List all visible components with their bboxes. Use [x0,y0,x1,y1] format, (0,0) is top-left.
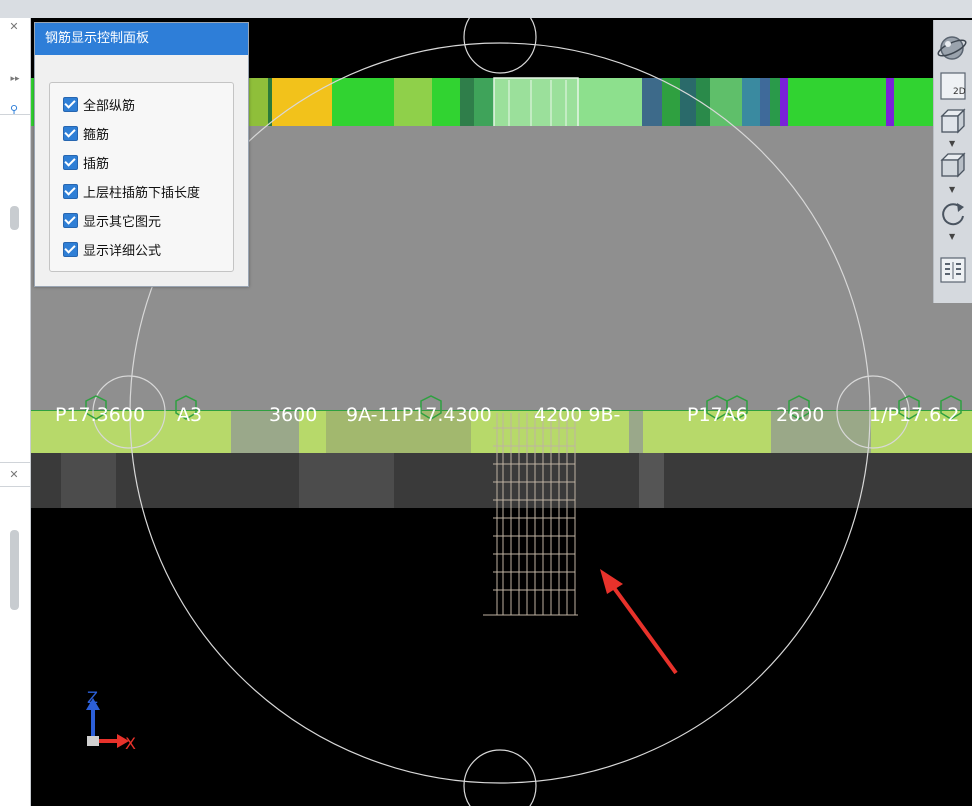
expand-icon[interactable]: ▸▸ [8,72,22,86]
left-side-pane: ✕ ▸▸ ⚲ ✕ [0,18,31,806]
option-label: 上层柱插筋下插长度 [83,185,201,201]
grid-label: 1/P17.6.2 [869,404,959,426]
rebar-display-control-panel: 钢筋显示控制面板 全部纵筋 箍筋 插筋 上层柱插筋下插长度 显示其它图元 显示详… [34,22,249,287]
option-show-other-elements[interactable]: 显示其它图元 [63,210,161,230]
dropdown-arrow-icon[interactable]: ▼ [949,139,955,148]
option-group: 全部纵筋 箍筋 插筋 上层柱插筋下插长度 显示其它图元 显示详细公式 [49,82,234,272]
option-upper-column-dowel-length[interactable]: 上层柱插筋下插长度 [63,181,200,201]
option-label: 箍筋 [83,127,110,143]
top-bar [0,0,972,19]
checkbox[interactable] [63,125,78,141]
option-show-detailed-formula[interactable]: 显示详细公式 [63,239,161,259]
close-icon[interactable]: ✕ [7,20,21,34]
grid-label: P17A6 [687,404,748,426]
grid-label: 3600 [269,404,317,426]
z-axis-label: Z [87,688,98,707]
checkbox[interactable] [63,154,78,170]
dropdown-arrow-icon[interactable]: ▼ [949,232,955,241]
grid-label: A3 [177,404,202,426]
view-front-box-icon[interactable] [937,106,969,138]
option-label: 插筋 [83,156,110,172]
display-settings-icon[interactable] [937,254,969,286]
option-dowels[interactable]: 插筋 [63,152,109,172]
panel-title: 钢筋显示控制面板 [35,23,248,55]
grid-label: 4200 9B- [534,404,620,426]
axis-gizmo: Z X [86,688,136,753]
checkbox[interactable] [63,241,78,257]
grid-label: 2600 [776,404,824,426]
x-axis-label: X [125,734,136,753]
scrollbar-thumb[interactable] [10,206,19,230]
option-all-longitudinal[interactable]: 全部纵筋 [63,94,135,114]
option-label: 显示其它图元 [83,214,162,230]
beam-band [31,411,972,508]
checkbox[interactable] [63,183,78,199]
view-2d-icon[interactable]: 2D [937,70,969,102]
scrollbar-thumb[interactable] [10,530,19,610]
checkbox[interactable] [63,96,78,112]
view-toolbar: 2D ▼ ▼ ▼ [933,20,972,303]
annotation-arrow [600,569,678,675]
rotate-icon[interactable] [937,198,969,230]
option-stirrups[interactable]: 箍筋 [63,123,109,143]
view-3d-box-icon[interactable] [937,150,969,182]
grid-label: 9A-11P17.4300 [346,404,492,426]
grid-label: P17.3600 [55,404,145,426]
option-label: 显示详细公式 [83,243,162,259]
orbit-sphere-icon[interactable] [937,32,969,64]
close-icon[interactable]: ✕ [7,468,21,482]
dropdown-arrow-icon[interactable]: ▼ [949,185,955,194]
option-label: 全部纵筋 [83,98,136,114]
checkbox[interactable] [63,212,78,228]
view-2d-label: 2D [953,87,966,97]
